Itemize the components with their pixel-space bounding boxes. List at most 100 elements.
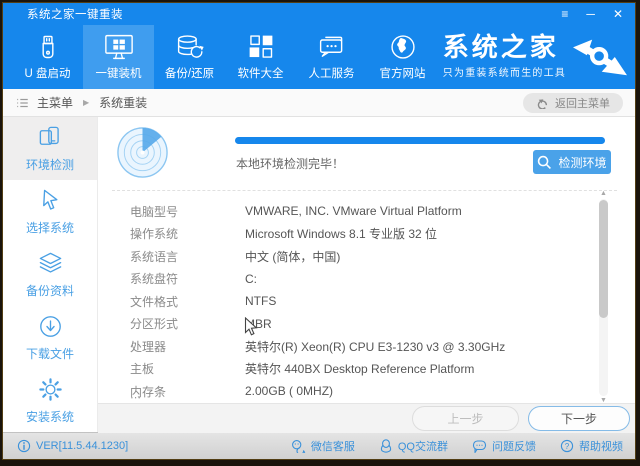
feedback-icon (472, 440, 487, 453)
info-label: 系统盘符 (130, 272, 179, 287)
nav-tab-onekey-install[interactable]: 一键装机 (83, 25, 154, 89)
devices-check-icon (39, 126, 59, 145)
breadcrumb-root[interactable]: 主菜单 (37, 94, 73, 111)
nav-tab-software[interactable]: 软件大全 (225, 25, 296, 89)
detect-environment-button[interactable]: 检测环境 (533, 150, 611, 174)
sidebar-item-select-system[interactable]: 选择系统 (3, 180, 97, 243)
help-video-link[interactable]: ? 帮助视频 (560, 438, 623, 454)
sidebar-item-install-system[interactable]: 安装系统 (3, 369, 97, 432)
sidebar-item-label: 选择系统 (25, 221, 74, 235)
window-title: 系统之家一键重装 (27, 9, 123, 21)
brand-text: 系统之家 只为重装系统而生的工具 (443, 34, 566, 79)
info-value: 2.00GB ( 0MHZ) (245, 384, 334, 399)
globe-icon (390, 35, 415, 59)
scrollbar-thumb[interactable] (599, 200, 608, 318)
env-check-status-text: 本地环境检测完毕！ (236, 157, 345, 171)
screen-frame: 系统之家一键重装 ≡ ─ ✕ U 盘启动 一键装机 备份/还原 软件大全 人工服… (0, 0, 640, 466)
info-value: 中文 (简体，中国) (245, 249, 341, 264)
title-bar: 系统之家一键重装 ≡ ─ ✕ (3, 3, 635, 25)
info-row: 分区形式 MBR (130, 313, 590, 336)
nav-tab-label: 软件大全 (237, 68, 284, 80)
info-row: 操作系统 Microsoft Windows 8.1 专业版 32 位 (130, 223, 590, 246)
qq-group-label: QQ交流群 (397, 441, 448, 453)
help-icon: ? (560, 439, 574, 453)
layers-icon (39, 252, 61, 273)
qq-group-link[interactable]: QQ交流群 (379, 438, 448, 454)
scrollbar-up-icon[interactable]: ▲ (598, 190, 609, 198)
gear-icon (38, 378, 62, 401)
back-arrow-icon (537, 98, 548, 109)
nav-tab-label: 备份/还原 (164, 68, 215, 80)
sidebar-item-backup-data[interactable]: 备份资料 (3, 243, 97, 306)
scrollbar[interactable]: ▲ ▼ (598, 190, 609, 405)
info-value: VMWARE, INC. VMware Virtual Platform (245, 204, 462, 219)
previous-step-button[interactable]: 上一步 (412, 406, 519, 431)
nav-tab-label: 官方网站 (379, 68, 426, 80)
return-main-menu-label: 返回主菜单 (555, 97, 610, 110)
menu-icon[interactable]: ≡ (561, 8, 568, 20)
nav-tab-label: 一键装机 (95, 68, 142, 80)
minimize-icon[interactable]: ─ (586, 8, 595, 20)
info-value: 英特尔(R) Xeon(R) CPU E3-1230 v3 @ 3.30GHz (245, 339, 506, 354)
version-label: VER[11.5.44.1230] (36, 440, 129, 452)
brand-tagline: 只为重装系统而生的工具 (442, 68, 566, 79)
info-row: 电脑型号 VMWARE, INC. VMware Virtual Platfor… (130, 200, 590, 223)
system-info-table: 电脑型号 VMWARE, INC. VMware Virtual Platfor… (130, 200, 590, 403)
return-main-menu-button[interactable]: 返回主菜单 (523, 92, 623, 113)
sidebar-item-label: 安装系统 (25, 410, 74, 424)
version-info: VER[11.5.44.1230] (17, 439, 128, 453)
info-label: 主板 (130, 362, 155, 377)
statusbar-links: 微信客服 QQ交流群 问题反馈 ? 帮助视频 (291, 438, 623, 454)
radar-scan-icon (117, 127, 168, 178)
wechat-support-link[interactable]: 微信客服 (291, 438, 355, 454)
next-step-button[interactable]: 下一步 (528, 406, 630, 431)
search-icon (538, 155, 552, 169)
window-controls: ≡ ─ ✕ (561, 8, 623, 20)
list-icon (17, 98, 28, 107)
info-label: 文件格式 (130, 294, 179, 309)
nav-tab-usb-boot[interactable]: U 盘启动 (12, 25, 83, 89)
breadcrumb: 主菜单 ▶ 系统重装 返回主菜单 (3, 89, 635, 117)
nav-tab-service[interactable]: 人工服务 (296, 25, 367, 89)
monitor-windows-icon (104, 34, 133, 60)
info-label: 电脑型号 (130, 204, 179, 219)
info-label: 分区形式 (130, 317, 179, 332)
status-bar: VER[11.5.44.1230] 微信客服 QQ交流群 问题反馈 ? 帮助视频 (3, 432, 635, 459)
info-row: 主板 英特尔 440BX Desktop Reference Platform (130, 358, 590, 381)
detect-environment-label: 检测环境 (558, 155, 607, 170)
sidebar-item-download-file[interactable]: 下载文件 (3, 306, 97, 369)
sidebar-item-label: 备份资料 (25, 284, 74, 298)
svg-text:?: ? (565, 442, 570, 451)
cursor-select-icon (42, 189, 58, 210)
wizard-button-strip: 上一步 下一步 (98, 403, 635, 433)
breadcrumb-separator-icon: ▶ (83, 98, 90, 107)
wechat-support-label: 微信客服 (310, 441, 355, 453)
info-label: 内存条 (130, 384, 167, 399)
backup-restore-icon (177, 35, 204, 58)
env-check-progress-fill (235, 137, 605, 144)
app-window: 系统之家一键重装 ≡ ─ ✕ U 盘启动 一键装机 备份/还原 软件大全 人工服… (3, 3, 635, 459)
qq-icon (380, 439, 391, 453)
nav-tab-website[interactable]: 官方网站 (367, 25, 438, 89)
breadcrumb-current: 系统重装 (99, 96, 148, 110)
software-grid-icon (249, 35, 272, 58)
close-icon[interactable]: ✕ (613, 8, 623, 20)
main-panel: 本地环境检测完毕！ 检测环境 电脑型号 VMWARE, INC. VMware … (98, 117, 635, 433)
info-label: 操作系统 (130, 227, 179, 242)
info-row: 内存条 2.00GB ( 0MHZ) (130, 380, 590, 403)
info-row: 处理器 英特尔(R) Xeon(R) CPU E3-1230 v3 @ 3.30… (130, 335, 590, 358)
info-value: MBR (245, 316, 272, 331)
double-arrow-logo-icon (573, 39, 627, 75)
feedback-link[interactable]: 问题反馈 (472, 438, 536, 454)
info-row: 系统盘符 C: (130, 268, 590, 291)
env-check-progressbar (235, 137, 605, 144)
sidebar-item-env-check[interactable]: 环境检测 (3, 117, 97, 180)
nav-tab-label: 人工服务 (308, 68, 355, 80)
sidebar-item-label: 下载文件 (25, 347, 74, 361)
usb-icon (41, 35, 54, 59)
dashed-divider (112, 190, 617, 191)
info-value: C: (245, 271, 257, 286)
nav-tab-backup-restore[interactable]: 备份/还原 (154, 25, 225, 89)
info-label: 处理器 (130, 339, 167, 354)
info-row: 系统语言 中文 (简体，中国) (130, 245, 590, 268)
